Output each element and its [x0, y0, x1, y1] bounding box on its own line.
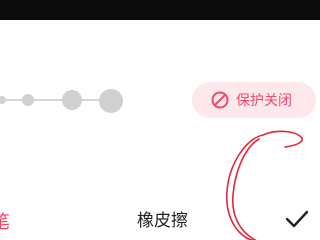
brush-size-dot-2[interactable]	[22, 94, 34, 106]
confirm-button[interactable]	[282, 204, 312, 234]
brush-size-dot-3[interactable]	[62, 90, 82, 110]
screen: 保护关闭 笔 橡皮擦	[0, 0, 320, 240]
brush-size-dot-4[interactable]	[99, 89, 123, 113]
brush-size-slider[interactable]	[0, 80, 140, 120]
tool-eraser-label[interactable]: 橡皮擦	[137, 206, 188, 231]
prohibited-icon	[210, 90, 230, 110]
brush-size-dot-1[interactable]	[0, 96, 6, 104]
checkmark-icon	[285, 210, 309, 228]
tool-pen-label[interactable]: 笔	[0, 208, 10, 234]
protection-toggle-button[interactable]: 保护关闭	[192, 82, 316, 118]
status-bar	[0, 0, 320, 20]
protection-toggle-label: 保护关闭	[236, 93, 292, 109]
